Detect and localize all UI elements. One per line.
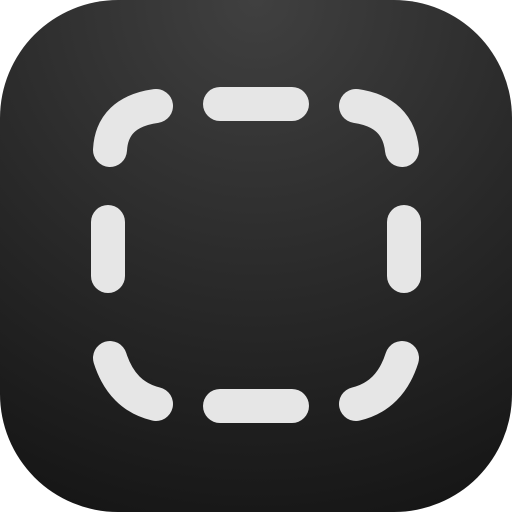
- screenshot-app-icon: [0, 0, 512, 512]
- icon-background: [0, 0, 512, 512]
